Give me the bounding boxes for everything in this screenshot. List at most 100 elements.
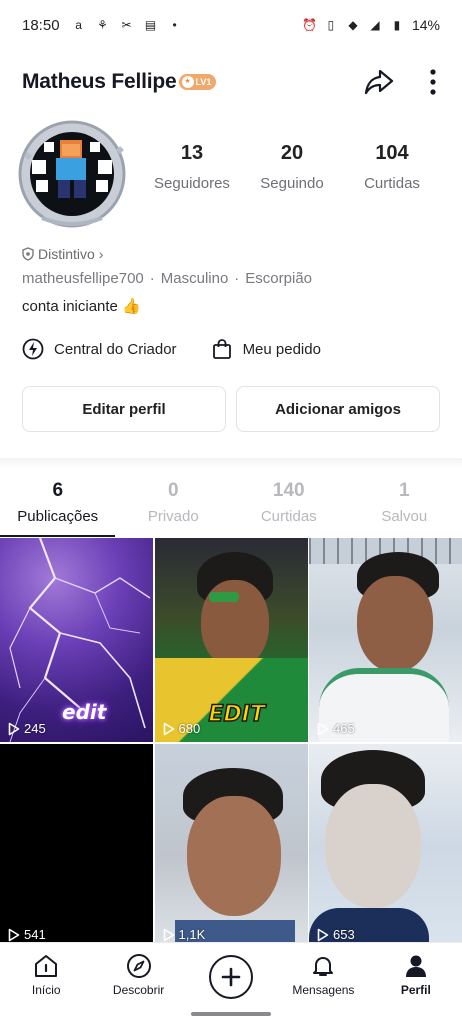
tab-count: 140: [272, 480, 305, 501]
likes-count: 104: [375, 142, 409, 164]
view-count: 653: [317, 927, 355, 942]
nav-label: Perfil: [400, 983, 431, 997]
following-label: Seguindo: [260, 175, 324, 192]
more-options-button[interactable]: [426, 65, 440, 99]
avatar[interactable]: [14, 118, 128, 230]
profile-sign: Escorpião: [245, 270, 312, 287]
video-thumbnail[interactable]: EDIT 680: [154, 538, 308, 742]
profile-stats: 13 Seguidores 20 Seguindo 104 Curtidas: [142, 142, 442, 192]
creator-center-label: Central do Criador: [54, 340, 177, 358]
video-grid: edit 245 EDIT 680 465 541 1,1K 653: [0, 538, 462, 948]
content-tabs: 6 Publicações 0 Privado 140 Curtidas 1 S…: [0, 480, 462, 525]
lightning-icon: [22, 338, 44, 360]
profile-username: Matheus Fellipe: [22, 70, 177, 93]
tab-count: 0: [167, 480, 179, 501]
nav-messages[interactable]: Mensagens: [277, 943, 369, 1024]
notification-icons: a ⚘ ✂ ▤ •: [72, 18, 182, 32]
compass-icon: [126, 954, 151, 978]
likes-stat[interactable]: 104 Curtidas: [342, 142, 442, 192]
plus-icon: [221, 967, 241, 987]
followers-stat[interactable]: 13 Seguidores: [142, 142, 242, 192]
video-thumbnail[interactable]: edit 245: [0, 538, 153, 742]
my-order-label: Meu pedido: [242, 340, 321, 358]
nav-profile[interactable]: Perfil: [370, 943, 462, 1024]
level-icon: ★: [181, 76, 194, 88]
separator-dot: ·: [149, 270, 155, 287]
vibrate-icon: ▯: [327, 18, 335, 32]
profile-bio: conta iniciante 👍: [22, 298, 141, 315]
profile-meta: matheusfellipe700 · Masculino · Escorpião: [22, 270, 312, 287]
app-notification-icon: ⚘: [97, 18, 108, 32]
followers-label: Seguidores: [154, 175, 230, 192]
badge-link[interactable]: Distintivo ›: [22, 246, 103, 262]
video-thumbnail[interactable]: 653: [309, 744, 462, 948]
level-badge[interactable]: ★ LV1: [178, 74, 217, 90]
more-vertical-icon: [430, 69, 436, 95]
separator-dot: ·: [234, 270, 240, 287]
share-button[interactable]: [362, 65, 396, 99]
view-count: 465: [317, 721, 355, 736]
following-count: 20: [280, 142, 304, 164]
play-icon: [317, 928, 329, 941]
section-divider: [0, 458, 462, 468]
level-text: LV1: [195, 77, 212, 87]
nav-home[interactable]: Início: [0, 943, 92, 1024]
person-face: [325, 784, 421, 908]
home-indicator[interactable]: [191, 1012, 271, 1016]
tab-label: Publicações: [17, 508, 99, 525]
edit-sticker: EDIT: [208, 701, 266, 728]
active-tab-indicator: [0, 535, 115, 537]
play-icon: [163, 928, 174, 941]
tab-label: Privado: [147, 508, 199, 525]
tab-privado[interactable]: 0 Privado: [116, 480, 232, 525]
edit-profile-button[interactable]: Editar perfil: [22, 386, 226, 432]
message-icon: ▤: [144, 18, 157, 32]
system-icons: ⏰ ▯ ◆ ◢ ▮ 14%: [302, 17, 440, 33]
alarm-icon: ⏰: [301, 18, 317, 32]
edit-sticker: edit: [62, 700, 107, 724]
tab-count: 6: [52, 480, 64, 501]
play-icon: [8, 928, 20, 941]
nav-discover[interactable]: Descobrir: [92, 943, 184, 1024]
bell-icon: [313, 957, 334, 976]
following-stat[interactable]: 20 Seguindo: [242, 142, 342, 192]
likes-label: Curtidas: [364, 175, 420, 192]
video-thumbnail[interactable]: 465: [309, 538, 462, 742]
video-thumbnail[interactable]: 541: [0, 744, 153, 948]
wifi-icon: ◆: [348, 18, 358, 32]
battery-icon: ▮: [393, 18, 401, 32]
tab-curtidas[interactable]: 140 Curtidas: [231, 480, 347, 525]
tab-label: Curtidas: [260, 508, 317, 525]
profile-gender: Masculino: [160, 270, 229, 287]
face-paint: [208, 592, 239, 602]
badge-label: Distintivo: [38, 246, 95, 262]
create-button[interactable]: [209, 955, 254, 999]
view-count: 245: [8, 721, 46, 736]
battery-percent: 14%: [411, 17, 440, 33]
person-face: [357, 576, 433, 672]
video-thumbnail[interactable]: 1,1K: [154, 744, 308, 948]
creator-center-button[interactable]: Central do Criador: [22, 338, 177, 360]
play-icon: [317, 722, 329, 735]
status-bar: 18:50 a ⚘ ✂ ▤ • ⏰ ▯ ◆ ◢ ▮ 14%: [0, 0, 462, 50]
avatar-frame-icon: [18, 120, 126, 228]
my-order-button[interactable]: Meu pedido: [211, 338, 321, 360]
profile-handle: matheusfellipe700: [22, 270, 144, 287]
more-dot-icon: •: [172, 18, 177, 32]
tab-publicacoes[interactable]: 6 Publicações: [0, 480, 116, 525]
amazon-icon: a: [75, 18, 82, 32]
tab-salvou[interactable]: 1 Salvou: [347, 480, 462, 525]
nav-label: Mensagens: [292, 983, 355, 997]
view-count: 680: [163, 721, 200, 736]
profile-action-buttons: Editar perfil Adicionar amigos: [22, 386, 440, 432]
chevron-right-icon: ›: [98, 246, 104, 262]
tab-count: 1: [398, 480, 410, 501]
play-icon: [163, 722, 174, 735]
badge-icon: [22, 247, 34, 261]
capcut-icon: ✂: [121, 18, 132, 32]
signal-icon: ◢: [370, 18, 380, 32]
add-friends-button[interactable]: Adicionar amigos: [236, 386, 440, 432]
nav-label: Descobrir: [112, 983, 165, 997]
home-icon: [35, 955, 58, 977]
share-icon: [364, 69, 394, 95]
